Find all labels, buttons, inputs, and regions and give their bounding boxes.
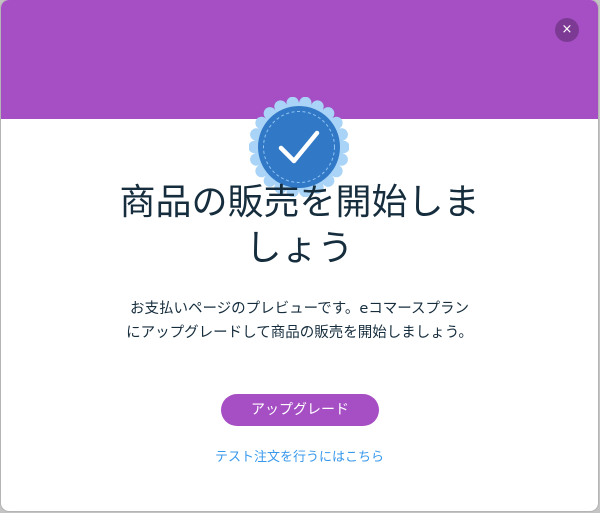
modal-title: 商品の販売を開始しま しょう (1, 180, 598, 272)
close-button[interactable]: × (555, 18, 579, 42)
upgrade-modal: × 商品の販売を開始しま しょう お支払いページのプレビューです。eコマースプラ… (1, 0, 598, 511)
modal-description: お支払いページのプレビューです。eコマースプラン にアップグレードして商品の販売… (1, 297, 598, 345)
modal-description-line-2: にアップグレードして商品の販売を開始しましょう。 (126, 325, 473, 341)
upgrade-button[interactable]: アップグレード (221, 394, 379, 426)
modal-title-line-1: 商品の販売を開始しま (119, 182, 480, 223)
close-icon: × (561, 22, 573, 37)
modal-title-line-2: しょう (245, 228, 354, 269)
test-order-link[interactable]: テスト注文を行うにはこちら (1, 449, 598, 467)
modal-description-line-1: お支払いページのプレビューです。eコマースプラン (129, 301, 470, 317)
